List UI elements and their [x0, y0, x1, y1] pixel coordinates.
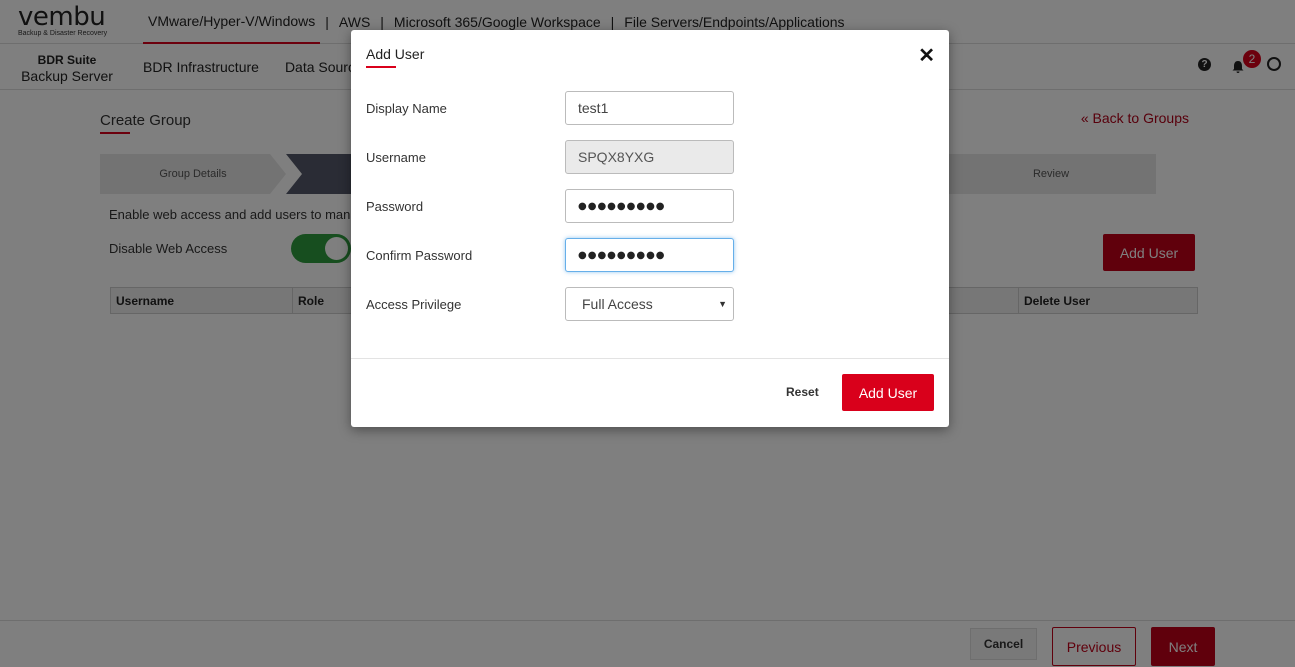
display-name-row: Display Name [366, 91, 934, 135]
username-label: Username [366, 150, 426, 165]
add-user-modal: Add User ✕ Display Name Username Passwor… [351, 30, 949, 427]
username-row: Username [366, 140, 934, 184]
password-label: Password [366, 199, 424, 214]
modal-title: Add User [366, 46, 424, 68]
password-input[interactable] [565, 189, 734, 223]
add-user-button[interactable]: Add User [842, 374, 934, 411]
access-privilege-value: Full Access [582, 296, 653, 312]
access-privilege-select[interactable]: Full Access ▼ [565, 287, 734, 321]
display-name-input[interactable] [565, 91, 734, 125]
password-row: Password [366, 189, 934, 233]
confirm-password-input[interactable] [565, 238, 734, 272]
display-name-label: Display Name [366, 101, 447, 116]
close-icon[interactable]: ✕ [918, 46, 935, 66]
chevron-down-icon: ▼ [718, 299, 727, 309]
reset-button[interactable]: Reset [786, 385, 819, 399]
confirm-password-label: Confirm Password [366, 248, 473, 263]
access-privilege-label: Access Privilege [366, 297, 462, 312]
confirm-password-row: Confirm Password [366, 238, 934, 282]
username-input [565, 140, 734, 174]
access-privilege-row: Access Privilege Full Access ▼ [366, 287, 934, 331]
modal-divider [351, 358, 949, 359]
